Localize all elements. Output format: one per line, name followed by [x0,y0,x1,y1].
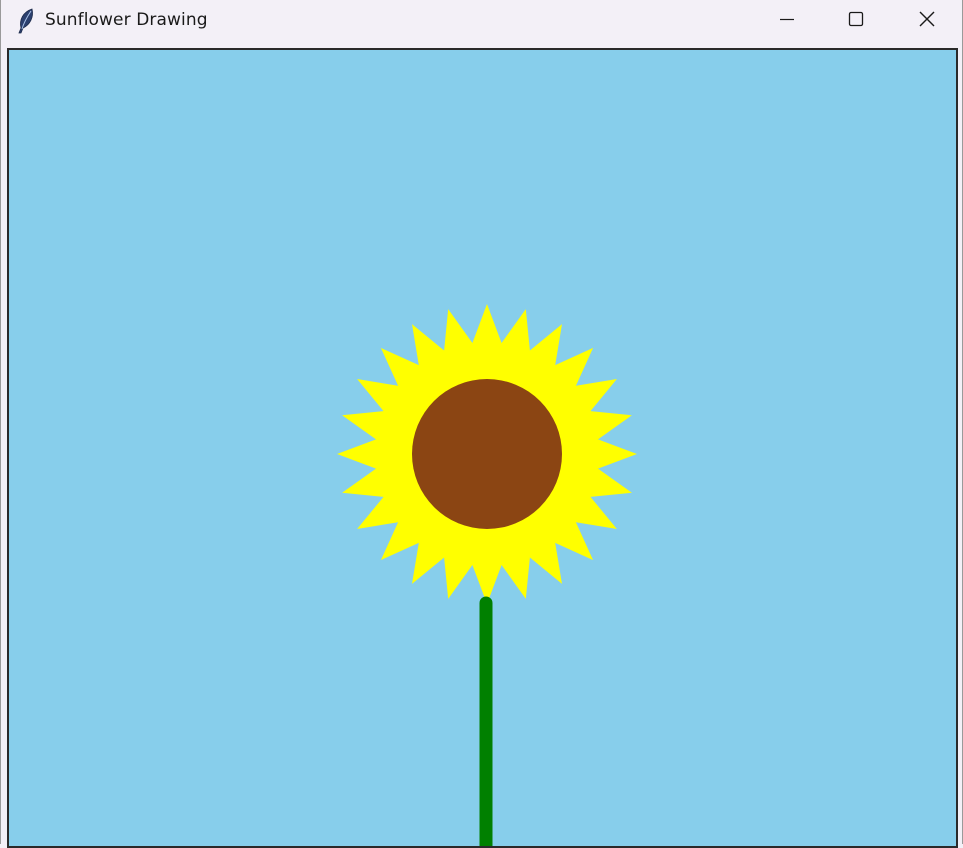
minimize-icon [779,11,795,32]
window-title: Sunflower Drawing [45,10,208,30]
drawing-canvas[interactable] [7,48,958,848]
feather-icon [15,8,37,34]
sunflower-drawing [337,304,637,846]
close-button[interactable] [893,0,961,42]
title-bar[interactable]: Sunflower Drawing [1,0,962,42]
app-window: Sunflower Drawing [0,0,963,848]
sunflower-center [412,379,562,529]
minimize-button[interactable] [753,0,821,42]
close-icon [918,10,936,33]
maximize-button[interactable] [822,0,890,42]
maximize-icon [848,11,864,32]
